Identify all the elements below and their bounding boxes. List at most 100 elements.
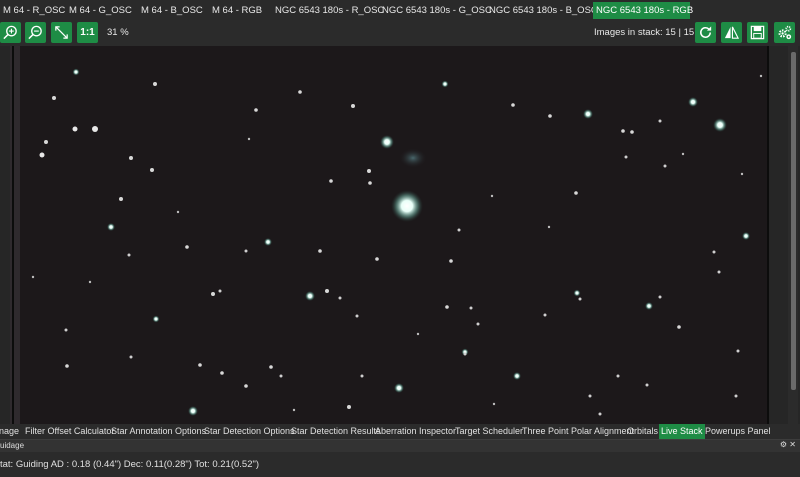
save-icon [750, 25, 765, 40]
star [52, 96, 56, 100]
star [188, 406, 198, 416]
star [368, 181, 372, 185]
star [152, 315, 160, 323]
tab-m64-r-osc[interactable]: M 64 - R_OSC [0, 2, 68, 19]
star [292, 408, 296, 412]
tab-aberration-inspector[interactable]: Aberration Inspector [373, 424, 458, 439]
star [150, 168, 154, 172]
star [127, 253, 131, 257]
mirror-flip-button[interactable] [721, 22, 742, 43]
close-icon[interactable]: ✕ [789, 440, 796, 449]
tab-star-detection-results[interactable]: Star Detection Results [289, 424, 383, 439]
one-to-one-zoom-button[interactable]: 1:1 [77, 22, 98, 43]
fit-to-screen-button[interactable] [51, 22, 72, 43]
star [574, 191, 578, 195]
guiding-status: tat: Guiding AD : 0.18 (0.44") Dec: 0.11… [0, 459, 260, 470]
star [72, 68, 80, 76]
star [329, 179, 333, 183]
tab-live-stack[interactable]: Live Stack [659, 424, 705, 439]
star [92, 126, 98, 132]
star [469, 306, 473, 310]
scrollbar-thumb[interactable] [791, 52, 796, 390]
gear-icon[interactable]: ⚙ [780, 440, 787, 449]
tab-image[interactable]: nage [0, 424, 21, 439]
star [717, 270, 721, 274]
star [198, 363, 202, 367]
star [583, 109, 593, 119]
star [211, 292, 215, 296]
star [645, 383, 649, 387]
star [445, 305, 449, 309]
panel-tab-strip: nage Filter Offset Calculator Star Annot… [0, 424, 800, 439]
tab-m64-g-osc[interactable]: M 64 - G_OSC [66, 2, 135, 19]
tab-filter-offset-calculator[interactable]: Filter Offset Calculator [23, 424, 116, 439]
zoom-out-button[interactable] [25, 22, 46, 43]
save-button[interactable] [747, 22, 768, 43]
star [492, 402, 496, 406]
star [740, 172, 744, 176]
star [244, 384, 248, 388]
star [88, 280, 92, 284]
tab-star-annotation-options[interactable]: Star Annotation Options [109, 424, 208, 439]
star [107, 223, 115, 231]
star [153, 82, 157, 86]
star [688, 97, 698, 107]
star [759, 74, 763, 78]
star [218, 289, 222, 293]
tab-star-detection-options[interactable]: Star Detection Options [202, 424, 297, 439]
guider-panel-header [0, 439, 800, 452]
star [129, 355, 133, 359]
star [39, 152, 45, 158]
star [441, 80, 449, 88]
tab-orbitals[interactable]: Orbitals [625, 424, 660, 439]
refresh-button[interactable] [695, 22, 716, 43]
star [305, 291, 315, 301]
star [72, 126, 78, 132]
star [347, 405, 351, 409]
tab-ngc6543-rgb[interactable]: NGC 6543 180s - RGB [593, 2, 693, 19]
star [463, 352, 467, 356]
star [548, 114, 552, 118]
star [355, 314, 359, 318]
star [681, 152, 685, 156]
star [677, 325, 681, 329]
star-field [31, 68, 763, 416]
star [742, 232, 750, 240]
star [616, 374, 620, 378]
star [176, 210, 180, 214]
star [543, 313, 547, 317]
star-field-image[interactable] [20, 46, 767, 424]
tab-target-scheduler[interactable]: Target Scheduler [453, 424, 525, 439]
star [547, 225, 551, 229]
settings-button[interactable] [774, 22, 795, 43]
tab-ngc6543-b-osc[interactable]: NGC 6543 180s - B_OSC [486, 2, 601, 19]
nebula-glow [399, 148, 427, 168]
star [129, 156, 133, 160]
star [476, 322, 480, 326]
star [513, 372, 521, 380]
star [244, 249, 248, 253]
star [254, 108, 258, 112]
star [490, 194, 494, 198]
star [578, 297, 582, 301]
tab-ngc6543-r-osc[interactable]: NGC 6543 180s - R_OSC [272, 2, 387, 19]
tab-ngc6543-g-osc[interactable]: NGC 6543 180s - G_OSC [379, 2, 495, 19]
mirror-flip-icon [724, 26, 740, 39]
star [338, 296, 342, 300]
tab-m64-b-osc[interactable]: M 64 - B_OSC [138, 2, 206, 19]
star [375, 257, 379, 261]
star [736, 349, 740, 353]
star [325, 289, 329, 293]
star [269, 365, 273, 369]
star [588, 394, 592, 398]
star [713, 118, 727, 132]
tab-m64-rgb[interactable]: M 64 - RGB [209, 2, 265, 19]
tab-powerups-panel[interactable]: Powerups Panel [703, 424, 773, 439]
tab-three-point-polar-alignment[interactable]: Three Point Polar Alignment [520, 424, 636, 439]
star [621, 129, 625, 133]
image-edge-right [767, 46, 769, 424]
star [457, 228, 461, 232]
star [624, 155, 628, 159]
star [279, 374, 283, 378]
zoom-in-button[interactable] [0, 22, 21, 43]
